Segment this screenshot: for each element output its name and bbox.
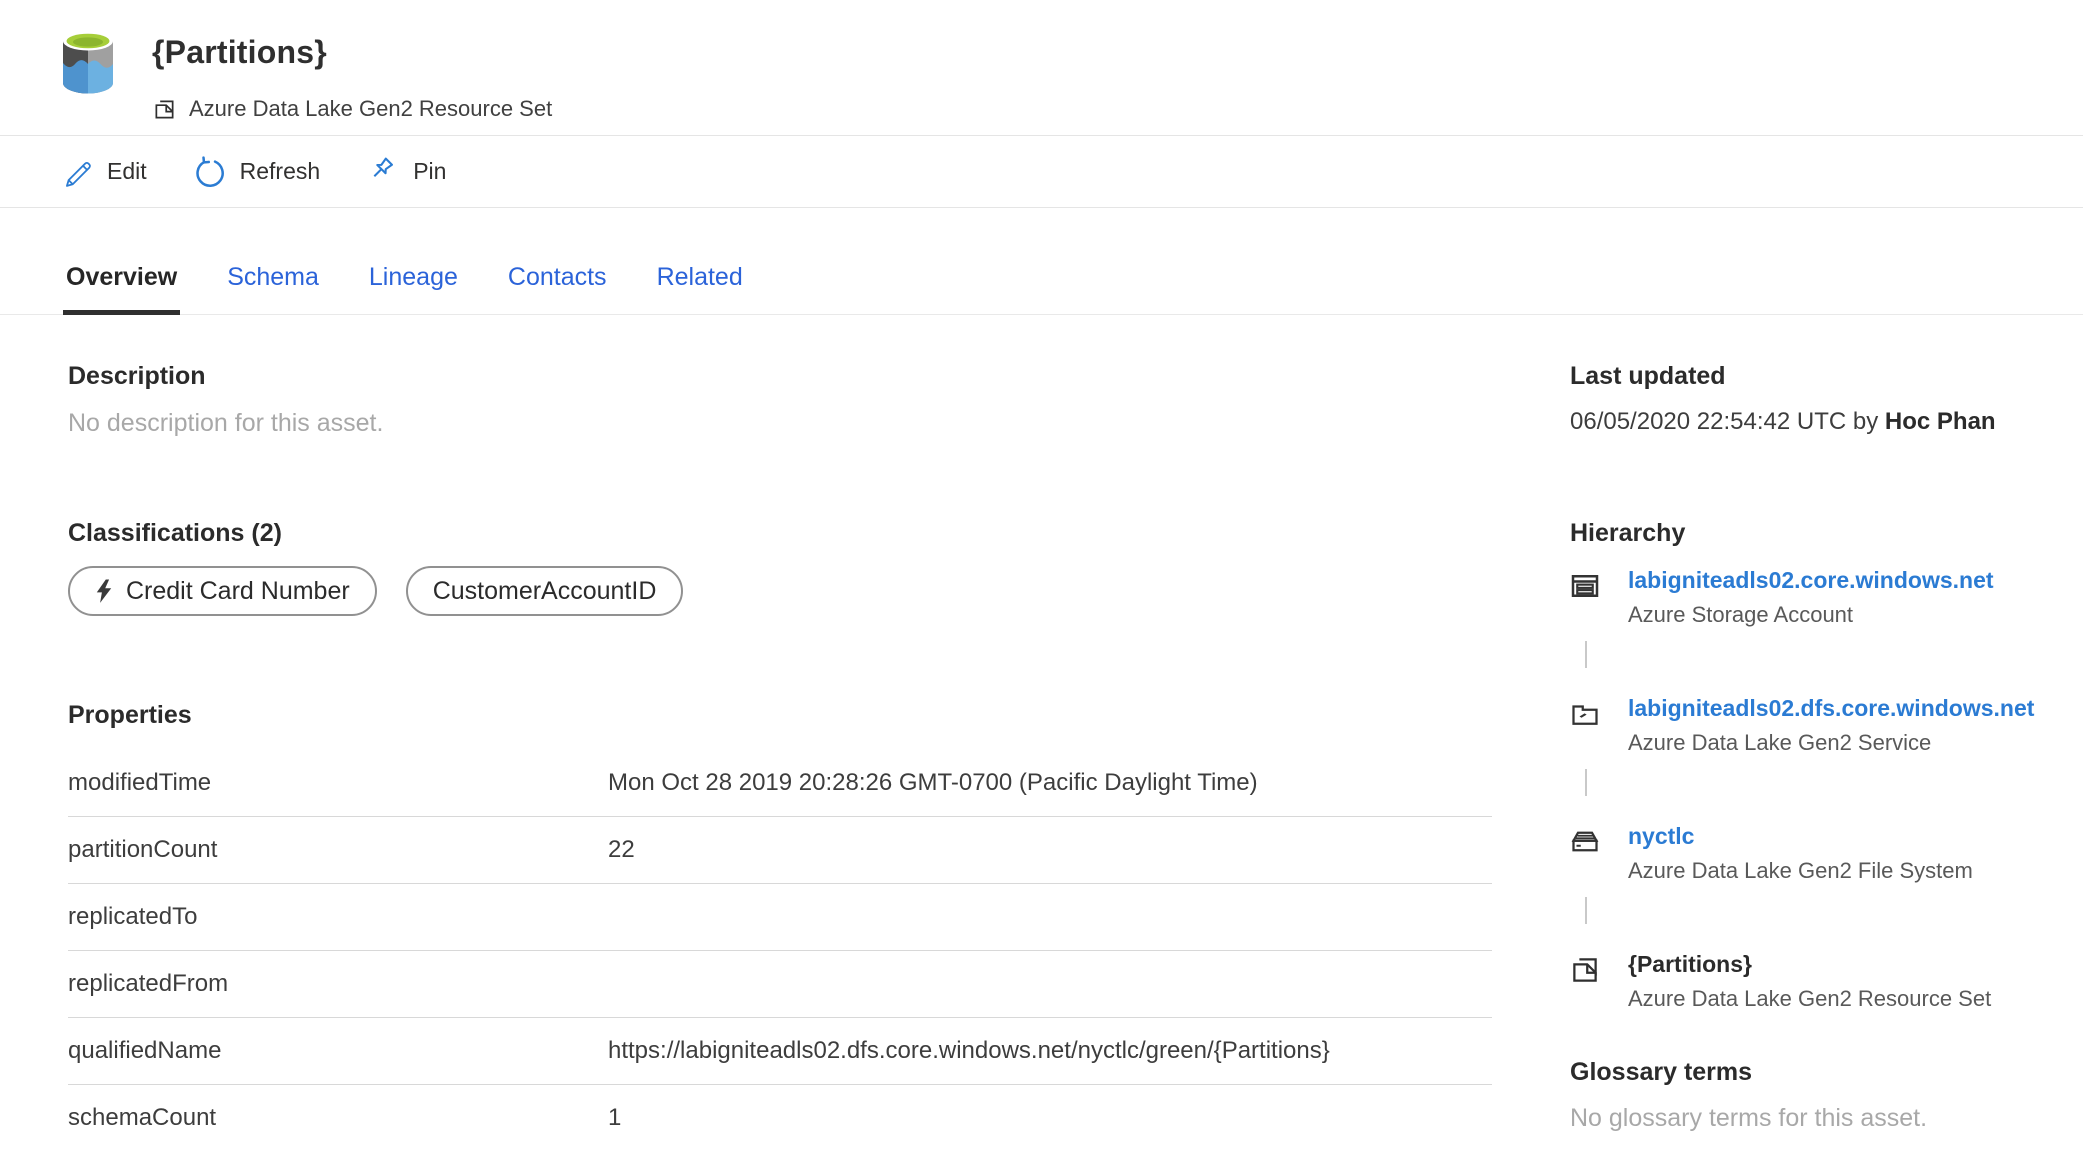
tab-contacts[interactable]: Contacts <box>508 263 607 314</box>
refresh-button[interactable]: Refresh <box>193 156 321 188</box>
hierarchy-current-asset: {Partitions} <box>1628 950 1991 978</box>
pin-label: Pin <box>413 158 446 185</box>
asset-type-label: Azure Data Lake Gen2 Resource Set <box>189 96 552 122</box>
hierarchy-list: labigniteadls02.core.windows.net Azure S… <box>1570 566 2060 1012</box>
table-row: replicatedTo <box>68 884 1492 951</box>
hierarchy-link-file-system[interactable]: nyctlc <box>1628 822 1973 850</box>
table-row: qualifiedName https://labigniteadls02.df… <box>68 1018 1492 1085</box>
hierarchy-connector <box>1570 769 2060 822</box>
properties-table: modifiedTime Mon Oct 28 2019 20:28:26 GM… <box>68 750 1492 1151</box>
classification-label: CustomerAccountID <box>433 577 657 606</box>
table-row: modifiedTime Mon Oct 28 2019 20:28:26 GM… <box>68 750 1492 817</box>
description-heading: Description <box>68 362 206 391</box>
hierarchy-link-gen2-service[interactable]: labigniteadls02.dfs.core.windows.net <box>1628 694 2034 722</box>
resource-set-icon <box>1570 950 1628 1012</box>
hierarchy-connector <box>1570 641 2060 694</box>
hierarchy-heading: Hierarchy <box>1570 519 1685 548</box>
pin-icon <box>366 156 398 188</box>
hierarchy-item-type: Azure Storage Account <box>1628 602 1994 628</box>
edit-button[interactable]: Edit <box>62 157 147 187</box>
list-item: nyctlc Azure Data Lake Gen2 File System <box>1570 822 2060 884</box>
tab-lineage[interactable]: Lineage <box>369 263 458 314</box>
property-value: 1 <box>608 1104 1492 1132</box>
hierarchy-item-type: Azure Data Lake Gen2 Service <box>1628 730 2034 756</box>
last-updated-author: Hoc Phan <box>1885 408 1996 435</box>
storage-account-icon <box>1570 566 1628 628</box>
file-system-icon <box>1570 822 1628 884</box>
properties-heading: Properties <box>68 701 192 730</box>
bolt-icon <box>95 579 113 604</box>
property-name: replicatedFrom <box>68 970 608 998</box>
property-name: modifiedTime <box>68 769 608 797</box>
last-updated-heading: Last updated <box>1570 362 1726 391</box>
pin-button[interactable]: Pin <box>366 156 446 188</box>
refresh-label: Refresh <box>240 158 321 185</box>
property-value: 22 <box>608 836 1492 864</box>
asset-tabs: Overview Schema Lineage Contacts Related <box>0 209 2083 315</box>
page-title: {Partitions} <box>152 34 327 71</box>
resource-set-icon <box>153 98 176 121</box>
classification-pill: Credit Card Number <box>68 566 377 616</box>
pencil-icon <box>62 157 92 187</box>
tab-schema[interactable]: Schema <box>227 263 319 314</box>
property-name: qualifiedName <box>68 1037 608 1065</box>
classification-label: Credit Card Number <box>126 577 350 606</box>
list-item: {Partitions} Azure Data Lake Gen2 Resour… <box>1570 950 2060 1012</box>
tab-overview[interactable]: Overview <box>66 263 177 314</box>
list-item: labigniteadls02.dfs.core.windows.net Azu… <box>1570 694 2060 756</box>
folder-icon <box>1570 694 1628 756</box>
hierarchy-item-type: Azure Data Lake Gen2 Resource Set <box>1628 986 1991 1012</box>
property-value: Mon Oct 28 2019 20:28:26 GMT-0700 (Pacif… <box>608 769 1492 797</box>
property-name: schemaCount <box>68 1104 608 1132</box>
edit-label: Edit <box>107 158 147 185</box>
data-lake-cylinder-icon <box>62 30 114 94</box>
classification-list: Credit Card Number CustomerAccountID <box>68 566 683 616</box>
list-item: labigniteadls02.core.windows.net Azure S… <box>1570 566 2060 628</box>
tab-related[interactable]: Related <box>657 263 743 314</box>
glossary-empty-text: No glossary terms for this asset. <box>1570 1104 1927 1133</box>
table-row: schemaCount 1 <box>68 1085 1492 1151</box>
glossary-heading: Glossary terms <box>1570 1058 1752 1087</box>
last-updated-timestamp: 06/05/2020 22:54:42 UTC by <box>1570 408 1878 435</box>
command-bar: Edit Refresh Pin <box>0 136 2083 208</box>
table-row: replicatedFrom <box>68 951 1492 1018</box>
classifications-heading: Classifications (2) <box>68 519 282 548</box>
last-updated-value: 06/05/2020 22:54:42 UTC by Hoc Phan <box>1570 408 1996 436</box>
table-row: partitionCount 22 <box>68 817 1492 884</box>
hierarchy-link-storage-account[interactable]: labigniteadls02.core.windows.net <box>1628 566 1994 594</box>
property-name: replicatedTo <box>68 903 608 931</box>
refresh-icon <box>193 156 225 188</box>
hierarchy-connector <box>1570 897 2060 950</box>
hierarchy-item-type: Azure Data Lake Gen2 File System <box>1628 858 1973 884</box>
description-empty-text: No description for this asset. <box>68 409 383 438</box>
asset-detail-page: {Partitions} Azure Data Lake Gen2 Resour… <box>0 0 2083 1151</box>
property-value: https://labigniteadls02.dfs.core.windows… <box>608 1037 1492 1065</box>
property-name: partitionCount <box>68 836 608 864</box>
classification-pill: CustomerAccountID <box>406 566 684 616</box>
